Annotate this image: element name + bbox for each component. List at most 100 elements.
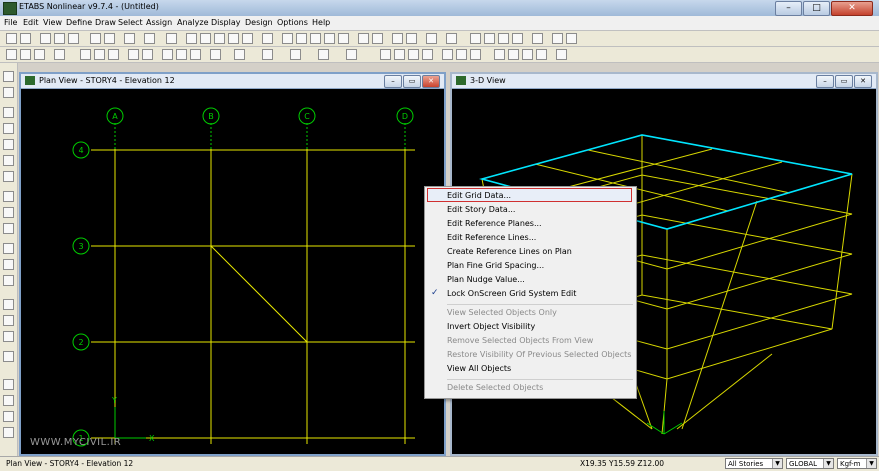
menu-item-remove-selected-from-view[interactable]: Remove Selected Objects From View (447, 336, 593, 345)
draw-area-icon[interactable] (3, 191, 14, 202)
clear-selection-icon[interactable] (3, 331, 14, 342)
3d-view-titlebar[interactable]: 3-D View – ▭ ✕ (452, 74, 876, 89)
pan-icon[interactable] (262, 33, 273, 44)
menu-design[interactable]: Design (245, 18, 273, 27)
assign-loads-icon[interactable] (210, 49, 221, 60)
chevron-down-icon[interactable]: ▼ (823, 459, 833, 468)
plan-view-icon[interactable] (296, 33, 307, 44)
slope-icon[interactable] (536, 49, 547, 60)
menu-item-edit-reference-planes[interactable]: Edit Reference Planes... (447, 219, 542, 228)
plan-view-minimize-button[interactable]: – (384, 75, 402, 88)
draw-rect-area-icon[interactable] (3, 207, 14, 218)
snap-to-intersection-icon[interactable] (3, 427, 14, 438)
snap-to-lines-icon[interactable] (3, 395, 14, 406)
assign-section-icon[interactable] (190, 49, 201, 60)
reshape-icon[interactable] (3, 87, 14, 98)
menu-file[interactable]: File (4, 18, 17, 27)
menu-item-plan-nudge-value[interactable]: Plan Nudge Value... (447, 275, 525, 284)
zoom-all-icon[interactable] (228, 33, 239, 44)
run-analysis-icon[interactable] (166, 33, 177, 44)
intersecting-line-icon[interactable] (3, 351, 14, 362)
close-window-icon[interactable] (6, 49, 17, 60)
lock-icon[interactable] (144, 33, 155, 44)
assign-diaphragm-icon[interactable] (176, 49, 187, 60)
menu-view[interactable]: View (43, 18, 62, 27)
snap-ends-icon[interactable] (34, 49, 45, 60)
perspective-icon[interactable] (338, 33, 349, 44)
select-all-icon[interactable] (3, 299, 14, 310)
3d-view-restore-button[interactable]: ▭ (835, 75, 853, 88)
plan-view-restore-button[interactable]: ▭ (403, 75, 421, 88)
wall-stack-icon[interactable] (380, 49, 391, 60)
zoom-previous-icon[interactable] (242, 33, 253, 44)
menu-analyze[interactable]: Analyze (177, 18, 209, 27)
select-section-dropdown-icon[interactable] (234, 49, 245, 60)
draw-slab-icon[interactable] (3, 259, 14, 270)
report-icon[interactable] (456, 49, 467, 60)
show-undeformed-icon[interactable] (142, 49, 153, 60)
open-icon[interactable] (20, 33, 31, 44)
mesh-icon[interactable] (408, 49, 419, 60)
zoom-window-icon[interactable] (186, 33, 197, 44)
snap-middle-icon[interactable] (54, 49, 65, 60)
print-icon[interactable] (54, 33, 65, 44)
link-dropdown-icon[interactable] (346, 49, 357, 60)
measure-icon[interactable] (522, 49, 533, 60)
set-elements-icon[interactable] (406, 33, 417, 44)
maximize-button[interactable]: □ (803, 1, 830, 16)
print-preview-icon[interactable] (68, 33, 79, 44)
draw-ramp-icon[interactable] (3, 275, 14, 286)
close-button[interactable]: ✕ (831, 1, 873, 16)
chevron-down-icon[interactable]: ▼ (772, 459, 782, 468)
menu-item-restore-visibility[interactable]: Restore Visibility Of Previous Selected … (447, 350, 631, 359)
plan-view-window[interactable]: Plan View - STORY4 - Elevation 12 – ▭ ✕ (19, 72, 446, 456)
check-model-icon[interactable] (470, 49, 481, 60)
extra-options-icon[interactable] (556, 49, 567, 60)
beam-tool-icon[interactable] (498, 33, 509, 44)
menu-item-edit-story-data[interactable]: Edit Story Data... (447, 205, 515, 214)
snap-points-icon[interactable] (20, 49, 31, 60)
show-loads-icon[interactable] (128, 49, 139, 60)
zoom-in-icon[interactable] (200, 33, 211, 44)
plan-view-close-button[interactable]: ✕ (422, 75, 440, 88)
object-shrink-icon[interactable] (392, 33, 403, 44)
assign-pier-icon[interactable] (422, 49, 433, 60)
plan-view-titlebar[interactable]: Plan View - STORY4 - Elevation 12 – ▭ ✕ (21, 74, 444, 89)
elevation-view-icon[interactable] (310, 33, 321, 44)
save-icon[interactable] (40, 33, 51, 44)
rotate-view-icon[interactable] (324, 33, 335, 44)
draw-wall-icon[interactable] (3, 223, 14, 234)
up-arrow-icon[interactable] (358, 33, 369, 44)
set-display-dropdown-icon[interactable] (262, 49, 273, 60)
wall-design-icon[interactable] (566, 33, 577, 44)
draw-opening-icon[interactable] (3, 243, 14, 254)
3d-view-close-button[interactable]: ✕ (854, 75, 872, 88)
tables-icon[interactable] (442, 49, 453, 60)
reference-line-icon[interactable] (494, 49, 505, 60)
shell-forces-icon[interactable] (94, 49, 105, 60)
frame-tool-icon[interactable] (470, 33, 481, 44)
menu-options[interactable]: Options (277, 18, 308, 27)
3d-view-icon[interactable] (282, 33, 293, 44)
chevron-down-icon[interactable]: ▼ (866, 459, 876, 468)
display-options-icon[interactable] (426, 33, 437, 44)
snap-to-perpendicular-icon[interactable] (3, 411, 14, 422)
assign-restraints-icon[interactable] (162, 49, 173, 60)
column-tool-icon[interactable] (512, 33, 523, 44)
frame-design-icon[interactable] (446, 33, 457, 44)
frame-forces-icon[interactable] (80, 49, 91, 60)
concrete-design-icon[interactable] (552, 33, 563, 44)
draw-line-icon[interactable] (3, 107, 14, 118)
menu-item-edit-grid-data[interactable]: Edit Grid Data... (447, 191, 511, 200)
menu-help[interactable]: Help (312, 18, 330, 27)
draw-beam-icon[interactable] (3, 139, 14, 150)
select-previous-icon[interactable] (3, 315, 14, 326)
draw-link-icon[interactable] (3, 171, 14, 182)
menu-item-view-all-objects[interactable]: View All Objects (447, 364, 511, 373)
snap-to-points-icon[interactable] (3, 379, 14, 390)
3d-view-minimize-button[interactable]: – (816, 75, 834, 88)
menu-item-edit-reference-lines[interactable]: Edit Reference Lines... (447, 233, 536, 242)
brace-tool-icon[interactable] (484, 33, 495, 44)
refresh-icon[interactable] (124, 33, 135, 44)
shell-dropdown-icon[interactable] (290, 49, 301, 60)
